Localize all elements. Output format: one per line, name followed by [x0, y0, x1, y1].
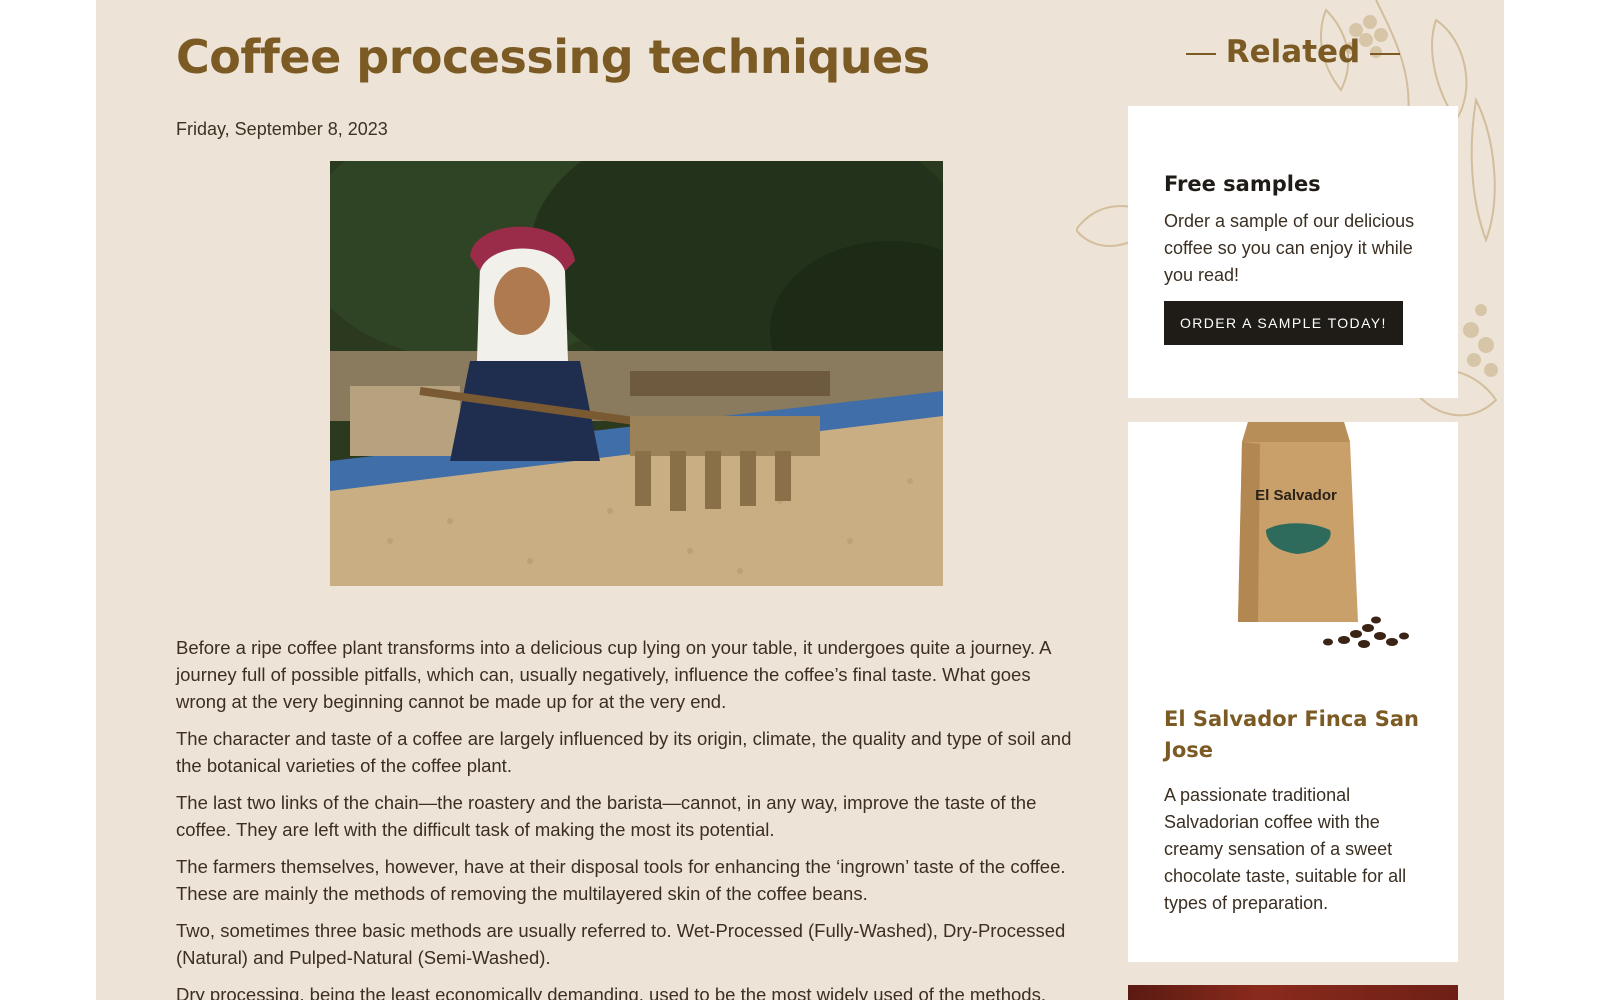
- free-samples-card: Free samples Order a sample of our delic…: [1128, 106, 1458, 398]
- order-sample-button[interactable]: ORDER A SAMPLE TODAY!: [1164, 301, 1403, 345]
- hero-image: [330, 161, 943, 586]
- free-samples-text: Order a sample of our delicious coffee s…: [1164, 211, 1415, 285]
- related-heading: Related: [1128, 34, 1458, 70]
- page: Coffee processing techniques Friday, Sep…: [96, 0, 1504, 1000]
- article-date: Friday, September 8, 2023: [176, 119, 388, 139]
- heading-rule-right: [1370, 52, 1401, 55]
- related-product-card[interactable]: El Salvador El Salvador Finca San Jose A…: [1128, 422, 1458, 962]
- article-body: Before a ripe coffee plant transforms in…: [176, 634, 1086, 1000]
- article-paragraph: Dry processing, being the least economic…: [176, 984, 1046, 1000]
- coffee-bag-image[interactable]: El Salvador: [1168, 422, 1418, 652]
- next-related-card[interactable]: [1128, 985, 1458, 1000]
- article-paragraph: The last two links of the chain—the roas…: [176, 792, 1037, 840]
- product-name-link[interactable]: El Salvador Finca San Jose: [1164, 704, 1424, 766]
- free-samples-title: Free samples: [1164, 172, 1321, 196]
- article-paragraph: The farmers themselves, however, have at…: [176, 856, 1066, 904]
- heading-rule-left: [1185, 52, 1216, 55]
- article-title: Coffee processing techniques: [176, 30, 930, 84]
- article-paragraph: Two, sometimes three basic methods are u…: [176, 920, 1066, 968]
- bag-label: El Salvador: [1255, 487, 1337, 504]
- article-paragraph: Before a ripe coffee plant transforms in…: [176, 637, 1051, 712]
- article-paragraph: The character and taste of a coffee are …: [176, 728, 1072, 776]
- related-heading-text: Related: [1225, 34, 1361, 70]
- product-description: A passionate traditional Salvadorian cof…: [1164, 785, 1407, 913]
